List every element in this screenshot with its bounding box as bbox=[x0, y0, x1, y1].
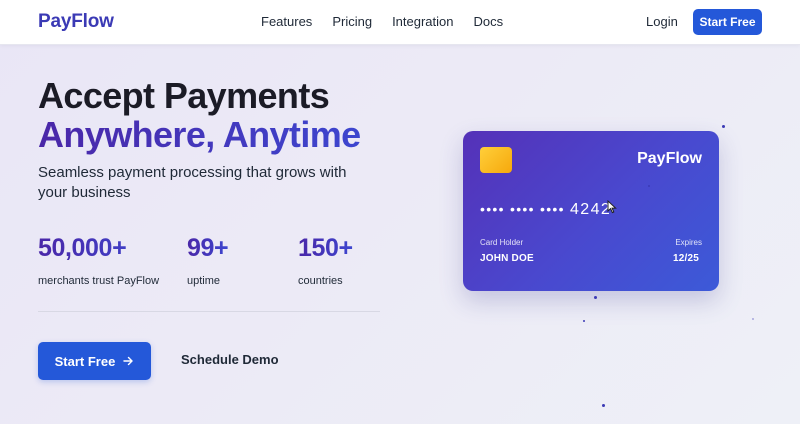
card-expires-value: 12/25 bbox=[672, 253, 699, 264]
stats-divider bbox=[38, 311, 380, 312]
nav-start-free-button[interactable]: Start Free bbox=[693, 9, 762, 35]
card-number-masked: •••• •••• •••• bbox=[480, 201, 565, 217]
hero-subtitle: Seamless payment processing that grows w… bbox=[38, 164, 347, 201]
decor-dot bbox=[583, 320, 585, 322]
arrow-right-icon bbox=[123, 354, 134, 369]
nav-links: Features Pricing Integration Docs bbox=[261, 14, 503, 29]
hero-headline-line1: Accept Payments bbox=[38, 75, 330, 116]
logo[interactable]: PayFlow bbox=[38, 11, 114, 33]
card-number: •••• •••• •••• 4242 bbox=[480, 201, 611, 219]
card-holder-name: JOHN DOE bbox=[480, 253, 534, 264]
stat-value: 50,000+ bbox=[38, 234, 159, 263]
stat-value: 99+ bbox=[187, 234, 229, 262]
mouse-cursor-icon bbox=[607, 199, 617, 219]
stat-uptime: 99+ uptime bbox=[187, 234, 229, 287]
card-holder-label: Card Holder bbox=[480, 238, 524, 247]
schedule-demo-button[interactable]: Schedule Demo bbox=[181, 352, 279, 367]
stat-label: uptime bbox=[187, 275, 221, 287]
card-number-last-digits: 4242 bbox=[570, 201, 612, 218]
stat-value: 150+ bbox=[298, 234, 353, 262]
top-navbar: PayFlow Features Pricing Integration Doc… bbox=[0, 0, 800, 45]
decor-dot bbox=[752, 318, 754, 320]
hero-headline-line2: Anywhere, Anytime bbox=[38, 114, 361, 155]
start-free-button[interactable]: Start Free bbox=[38, 342, 151, 380]
decor-dot bbox=[648, 185, 650, 187]
stat-merchants: 50,000+ merchants trust PayFlow bbox=[38, 234, 159, 287]
login-link[interactable]: Login bbox=[646, 14, 678, 29]
nav-link-pricing[interactable]: Pricing bbox=[332, 14, 372, 29]
nav-link-docs[interactable]: Docs bbox=[474, 14, 504, 29]
stat-label: merchants trust PayFlow bbox=[38, 275, 160, 287]
card-expires-label: Expires bbox=[675, 238, 702, 247]
payment-card: PayFlow •••• •••• •••• 4242 Card Holder … bbox=[463, 131, 719, 291]
decor-dot bbox=[594, 296, 597, 299]
nav-link-features[interactable]: Features bbox=[261, 14, 312, 29]
decor-dot bbox=[602, 404, 605, 407]
stat-label: countries bbox=[298, 275, 343, 287]
decor-dot bbox=[722, 125, 725, 128]
nav-link-integration[interactable]: Integration bbox=[392, 14, 453, 29]
start-free-button-label: Start Free bbox=[54, 353, 116, 369]
stat-countries: 150+ countries bbox=[298, 234, 353, 287]
card-chip-icon bbox=[480, 147, 512, 173]
card-brand: PayFlow bbox=[637, 150, 702, 167]
